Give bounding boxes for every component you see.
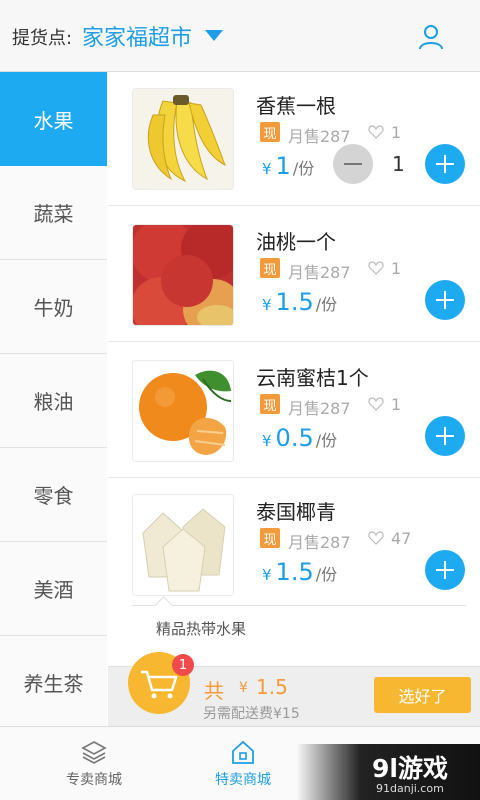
category-snacks[interactable]: 零食 bbox=[0, 448, 107, 542]
delivery-fee-note: 另需配送费¥15 bbox=[203, 706, 300, 722]
currency-symbol: ¥ bbox=[262, 160, 272, 178]
like-count: 1 bbox=[391, 395, 402, 414]
user-icon[interactable] bbox=[418, 24, 444, 50]
add-to-cart-button[interactable] bbox=[425, 416, 465, 456]
category-wine[interactable]: 美酒 bbox=[0, 542, 107, 636]
store-selector[interactable]: 家家福超市 bbox=[82, 20, 192, 52]
currency-symbol: ¥ bbox=[262, 432, 272, 450]
price-unit: /份 bbox=[315, 295, 338, 314]
category-vegetables[interactable]: 蔬菜 bbox=[0, 166, 107, 260]
product-name: 泰国椰青 bbox=[256, 500, 336, 524]
product-price: ¥1.5/份 bbox=[262, 558, 337, 586]
watermark-url: 91danji.com bbox=[376, 782, 444, 795]
product-description-tooltip: 精品热带水果 bbox=[132, 605, 466, 651]
heart-icon[interactable] bbox=[368, 125, 384, 139]
heart-icon[interactable] bbox=[368, 531, 384, 545]
product-image-nectarine[interactable] bbox=[132, 224, 234, 326]
like-count: 1 bbox=[391, 259, 402, 278]
product-image-banana[interactable] bbox=[132, 88, 234, 190]
monthly-sales: 月售287 bbox=[288, 533, 351, 552]
price-value: 1.5 bbox=[275, 558, 314, 586]
category-sidebar: 水果 蔬菜 牛奶 粮油 零食 美酒 养生茶 bbox=[0, 72, 107, 730]
total-label: 共 bbox=[204, 679, 224, 703]
in-stock-badge: 现 bbox=[260, 528, 280, 548]
in-stock-badge: 现 bbox=[260, 122, 280, 142]
product-price: ¥1.5/份 bbox=[262, 288, 337, 316]
price-unit: /份 bbox=[292, 159, 315, 178]
caret-down-icon[interactable] bbox=[205, 30, 223, 41]
category-label: 美酒 bbox=[33, 578, 74, 602]
monthly-sales: 月售287 bbox=[288, 399, 351, 418]
monthly-sales: 月售287 bbox=[288, 127, 351, 146]
product-row[interactable]: 云南蜜桔1个 现 月售287 1 ¥0.5/份 bbox=[108, 344, 480, 478]
quantity-value: 1 bbox=[392, 152, 405, 176]
watermark-logo: 9l游戏 bbox=[372, 754, 448, 783]
category-label: 零食 bbox=[33, 484, 74, 508]
price-value: 0.5 bbox=[275, 424, 314, 452]
nav-label: 特卖商城 bbox=[215, 772, 271, 788]
price-unit: /份 bbox=[315, 565, 338, 584]
product-image-mandarin[interactable] bbox=[132, 360, 234, 462]
like-count: 1 bbox=[391, 123, 402, 142]
category-grain-oil[interactable]: 粮油 bbox=[0, 354, 107, 448]
pickup-label: 提货点: bbox=[12, 28, 73, 49]
currency-symbol: ¥ bbox=[262, 296, 272, 314]
product-price: ¥1/份 bbox=[262, 152, 314, 180]
nav-item-specialty-mall[interactable]: 专卖商城 bbox=[34, 727, 154, 800]
category-label: 蔬菜 bbox=[33, 202, 74, 226]
like-count: 47 bbox=[391, 529, 412, 548]
price-unit: /份 bbox=[315, 431, 338, 450]
product-image-coconut[interactable] bbox=[132, 494, 234, 596]
add-to-cart-button[interactable] bbox=[425, 280, 465, 320]
home-icon bbox=[232, 740, 254, 764]
category-label: 水果 bbox=[33, 108, 74, 133]
watermark: 9l游戏 91danji.com bbox=[296, 744, 480, 800]
product-name: 云南蜜桔1个 bbox=[256, 366, 369, 390]
product-name: 油桃一个 bbox=[256, 230, 336, 254]
checkout-button[interactable]: 选好了 bbox=[374, 677, 471, 713]
decrease-quantity-button[interactable] bbox=[333, 144, 373, 184]
in-stock-badge: 现 bbox=[260, 258, 280, 278]
tooltip-text: 精品热带水果 bbox=[156, 620, 247, 638]
total-amount: 1.5 bbox=[256, 675, 288, 699]
category-label: 粮油 bbox=[33, 390, 74, 414]
product-row[interactable]: 香蕉一根 现 月售287 1 ¥1/份 1 bbox=[108, 72, 480, 206]
category-fruit[interactable]: 水果 bbox=[0, 72, 107, 166]
heart-icon[interactable] bbox=[368, 397, 384, 411]
nav-item-sale-mall[interactable]: 特卖商城 bbox=[183, 727, 303, 800]
currency-symbol: ¥ bbox=[262, 566, 272, 584]
monthly-sales: 月售287 bbox=[288, 263, 351, 282]
category-milk[interactable]: 牛奶 bbox=[0, 260, 107, 354]
cart-count-badge: 1 bbox=[172, 654, 194, 676]
category-label: 养生茶 bbox=[23, 672, 84, 696]
top-bar: 提货点: 家家福超市 bbox=[0, 0, 480, 72]
heart-icon[interactable] bbox=[368, 261, 384, 275]
price-value: 1 bbox=[275, 152, 291, 180]
layers-icon bbox=[81, 741, 107, 764]
total-currency: ¥ bbox=[239, 680, 248, 696]
price-value: 1.5 bbox=[275, 288, 314, 316]
nav-label: 专卖商城 bbox=[66, 772, 122, 788]
add-to-cart-button[interactable] bbox=[425, 550, 465, 590]
in-stock-badge: 现 bbox=[260, 394, 280, 414]
product-row[interactable]: 泰国椰青 现 月售287 47 ¥1.5/份 bbox=[108, 478, 480, 616]
add-to-cart-button[interactable] bbox=[425, 144, 465, 184]
category-label: 牛奶 bbox=[33, 296, 74, 320]
product-name: 香蕉一根 bbox=[256, 94, 336, 118]
product-list[interactable]: 香蕉一根 现 月售287 1 ¥1/份 1 油桃一个 现 月售287 1 ¥1.… bbox=[108, 72, 480, 656]
product-price: ¥0.5/份 bbox=[262, 424, 337, 452]
category-health-tea[interactable]: 养生茶 bbox=[0, 636, 107, 730]
product-row[interactable]: 油桃一个 现 月售287 1 ¥1.5/份 bbox=[108, 208, 480, 342]
